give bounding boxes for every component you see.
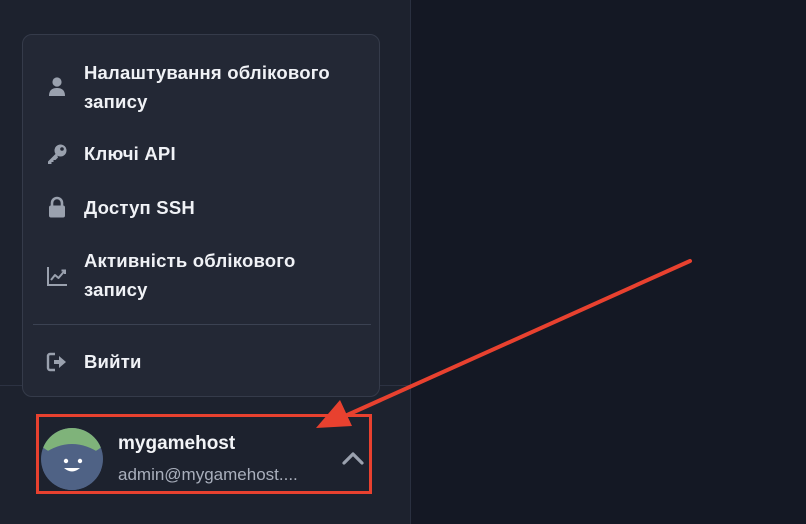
menu-item-ssh-access[interactable]: Доступ SSH: [23, 193, 379, 223]
chart-line-icon: [46, 265, 68, 287]
sidebar: Налаштування облікового запису Ключі API…: [0, 0, 411, 524]
menu-item-label: Ключі API: [84, 143, 176, 164]
profile-name: mygamehost: [118, 433, 236, 454]
lock-icon: [46, 196, 68, 218]
logout-icon: [46, 351, 68, 373]
profile-button[interactable]: mygamehost admin@mygamehost....: [36, 414, 372, 494]
account-dropdown-menu: Налаштування облікового запису Ключі API…: [22, 34, 380, 397]
menu-item-label: Налаштування облікового запису: [84, 62, 330, 112]
avatar: [41, 428, 103, 490]
user-icon: [46, 75, 68, 97]
chevron-up-icon[interactable]: [341, 450, 365, 466]
menu-item-logout[interactable]: Вийти: [23, 347, 379, 377]
menu-item-label: Вийти: [84, 351, 142, 372]
menu-item-account-activity[interactable]: Активність облікового запису: [23, 246, 379, 304]
menu-item-api-keys[interactable]: Ключі API: [23, 139, 379, 169]
key-icon: [46, 143, 68, 165]
menu-item-label: Активність облікового запису: [84, 250, 296, 300]
menu-item-account-settings[interactable]: Налаштування облікового запису: [23, 58, 379, 116]
main-content: [411, 0, 806, 524]
menu-divider: [33, 324, 371, 325]
profile-email: admin@mygamehost....: [118, 465, 298, 484]
menu-item-label: Доступ SSH: [84, 197, 195, 218]
